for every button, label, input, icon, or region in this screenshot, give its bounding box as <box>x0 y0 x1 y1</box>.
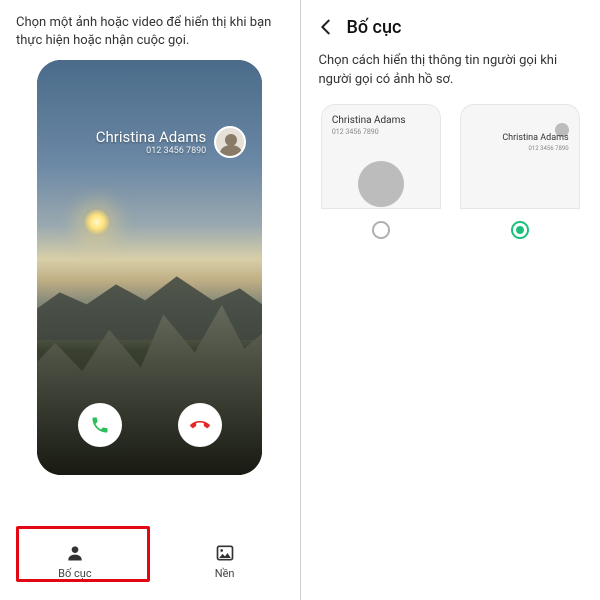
accept-call-button[interactable] <box>78 403 122 447</box>
image-icon <box>215 543 235 563</box>
option1-number: 012 3456 7890 <box>332 128 430 136</box>
tab-layout[interactable]: Bố cục <box>0 532 150 590</box>
pane-preview: Chọn một ảnh hoặc video để hiển thị khi … <box>0 0 300 600</box>
layout-description: Chọn cách hiển thị thông tin người gọi k… <box>301 46 600 104</box>
back-icon[interactable] <box>315 16 337 38</box>
layout-option-small-avatar[interactable]: Christina Adams 012 3456 7890 <box>457 104 582 239</box>
caller-name: Christina Adams <box>96 128 207 146</box>
layout-option-large-avatar[interactable]: Christina Adams 012 3456 7890 <box>319 104 444 239</box>
tab-background-label: Nền <box>215 567 235 580</box>
pane-layout-settings: Bố cục Chọn cách hiển thị thông tin ngườ… <box>301 0 600 600</box>
tab-background[interactable]: Nền <box>150 532 300 590</box>
radio-option-1[interactable] <box>372 221 390 239</box>
large-avatar-icon <box>358 161 404 207</box>
caller-info: Christina Adams 012 3456 7890 <box>96 126 247 158</box>
option1-name: Christina Adams <box>332 115 430 126</box>
option2-name: Christina Adams <box>502 133 568 143</box>
option2-number: 012 3456 7890 <box>502 145 568 152</box>
radio-option-2[interactable] <box>511 221 529 239</box>
page-title: Bố cục <box>347 17 402 38</box>
caller-avatar-icon <box>214 126 246 158</box>
bottom-tabs: Bố cục Nền <box>0 532 300 590</box>
phone-accept-icon <box>90 415 110 435</box>
preview-instruction: Chọn một ảnh hoặc video để hiển thị khi … <box>0 0 300 60</box>
phone-reject-icon <box>190 415 210 435</box>
person-icon <box>65 543 85 563</box>
phone-mockup: Christina Adams 012 3456 7890 <box>37 60 262 475</box>
caller-number: 012 3456 7890 <box>96 146 207 156</box>
tab-layout-label: Bố cục <box>58 567 91 580</box>
reject-call-button[interactable] <box>178 403 222 447</box>
